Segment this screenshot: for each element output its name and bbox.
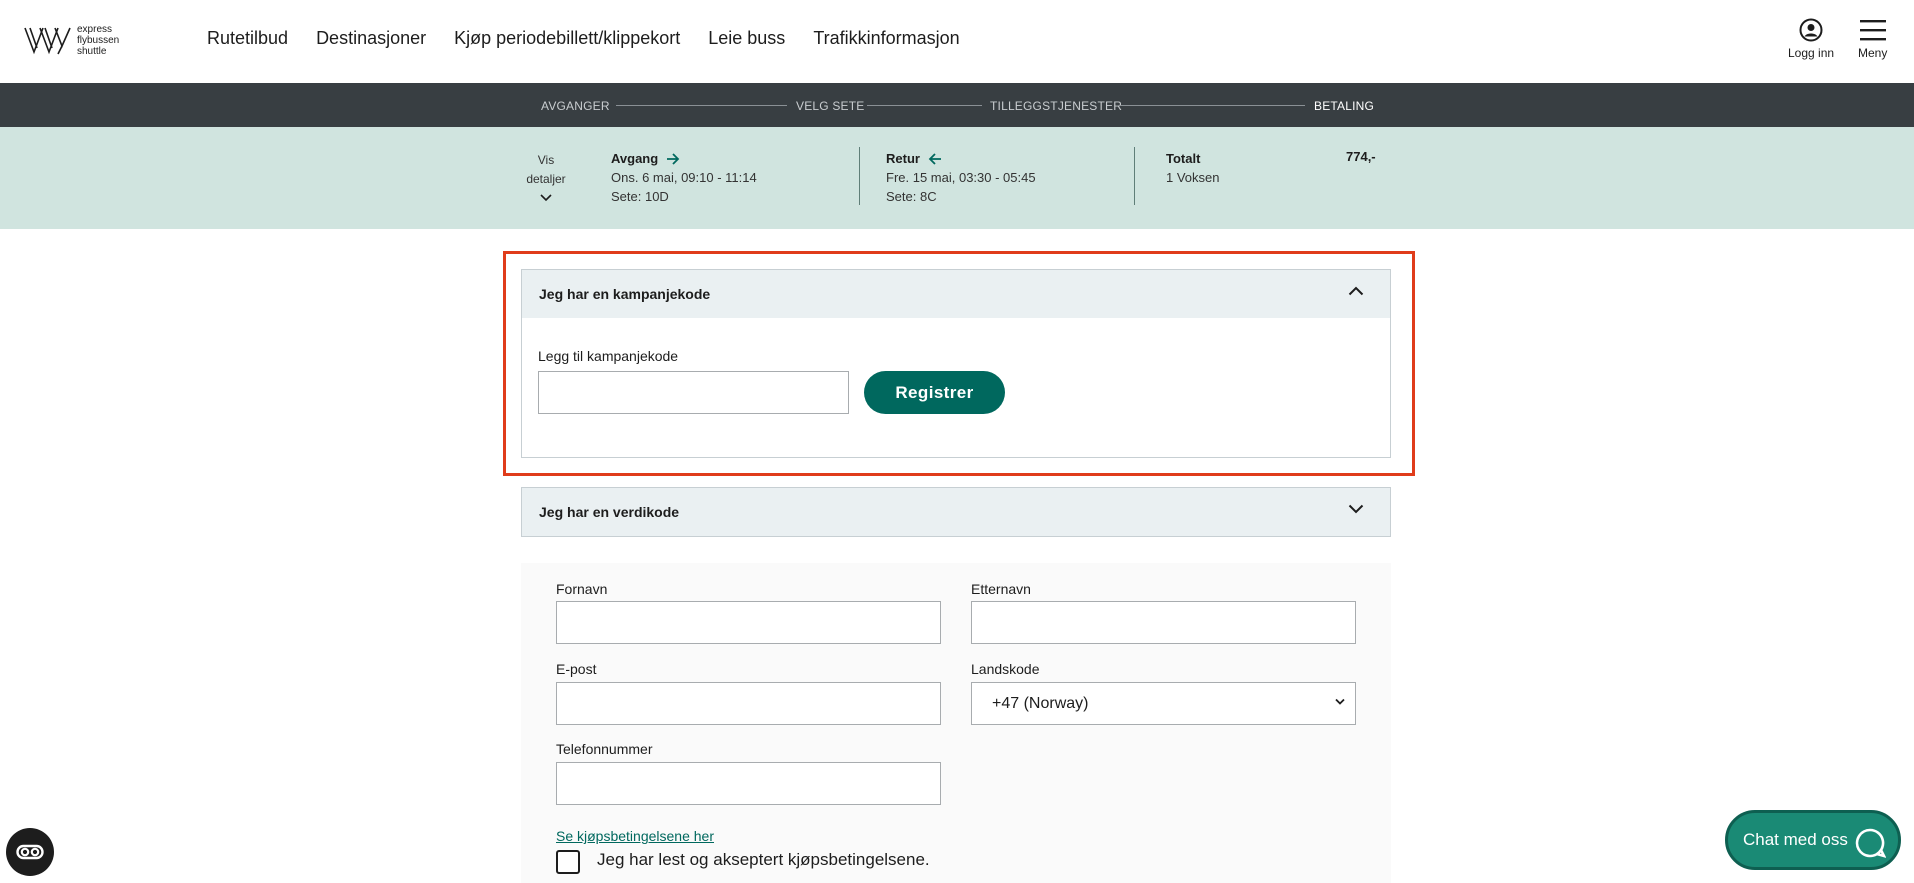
return-seat: Sete: 8C — [886, 189, 937, 204]
menu-button[interactable]: Meny — [1858, 18, 1887, 60]
user-icon — [1799, 18, 1823, 42]
vy-logo-mark — [24, 27, 71, 55]
trip-summary: Vis detaljer Avgang Ons. 6 mai, 09:10 - … — [0, 127, 1914, 229]
chat-button[interactable]: Chat med oss — [1725, 810, 1901, 870]
nav-item-trafikkinformasjon[interactable]: Trafikkinformasjon — [813, 28, 959, 49]
summary-divider — [1134, 147, 1135, 205]
country-code-label: Landskode — [971, 661, 1040, 677]
arrow-left-icon — [928, 152, 941, 165]
nav-item-destinasjoner[interactable]: Destinasjoner — [316, 28, 426, 49]
toggle-label: Vis — [537, 153, 555, 167]
country-code-select[interactable]: +47 (Norway) — [971, 682, 1356, 725]
chat-label: Chat med oss — [1743, 830, 1848, 849]
step-velg-sete[interactable]: VELG SETE — [796, 99, 865, 113]
total-summary: Totalt 1 Voksen — [1166, 149, 1220, 187]
campaign-code-input[interactable] — [538, 371, 849, 414]
glasses-icon — [16, 844, 44, 860]
toggle-label: detaljer — [526, 172, 566, 186]
outbound-title: Avgang — [611, 151, 659, 166]
first-name-field[interactable] — [556, 601, 941, 644]
nav-item-leie-buss[interactable]: Leie buss — [708, 28, 785, 49]
accessibility-button[interactable] — [6, 828, 54, 876]
total-price: 774,- — [1346, 149, 1376, 164]
last-name-label: Etternavn — [971, 581, 1031, 597]
arrow-right-icon — [667, 152, 680, 165]
vy-logo[interactable]: express flybussen shuttle — [24, 24, 134, 57]
last-name-field[interactable] — [971, 601, 1356, 644]
email-label: E-post — [556, 661, 597, 677]
chevron-up-icon — [1348, 286, 1364, 296]
menu-label: Meny — [1858, 46, 1888, 60]
hamburger-icon — [1859, 20, 1886, 41]
step-connector — [867, 105, 982, 106]
phone-label: Telefonnummer — [556, 741, 653, 757]
chat-bubble-icon — [1855, 828, 1886, 858]
total-passengers: 1 Voksen — [1166, 170, 1220, 185]
login-button[interactable]: Logg inn — [1788, 18, 1834, 60]
progress-steps: AVGANGER VELG SETE TILLEGGSTJENESTER BET… — [0, 83, 1914, 127]
nav-item-rutetilbud[interactable]: Rutetilbud — [207, 28, 288, 49]
outbound-summary: Avgang Ons. 6 mai, 09:10 - 11:14 Sete: 1… — [611, 149, 757, 206]
total-title: Totalt — [1166, 151, 1201, 166]
outbound-time: Ons. 6 mai, 09:10 - 11:14 — [611, 170, 757, 185]
chevron-down-icon — [1335, 698, 1345, 705]
terms-checkbox-label[interactable]: Jeg har lest og akseptert kjøpsbetingels… — [597, 850, 930, 870]
logo-text: express flybussen shuttle — [77, 24, 119, 57]
register-button[interactable]: Registrer — [864, 371, 1005, 414]
campaign-code-accordion-header[interactable]: Jeg har en kampanjekode — [521, 269, 1391, 319]
return-title: Retur — [886, 151, 920, 166]
country-code-value: +47 (Norway) — [992, 694, 1089, 712]
phone-field[interactable] — [556, 762, 941, 805]
chevron-down-icon — [540, 194, 552, 202]
email-field[interactable] — [556, 682, 941, 725]
site-header: express flybussen shuttle Rutetilbud Des… — [0, 0, 1914, 83]
main-nav: Rutetilbud Destinasjoner Kjøp periodebil… — [207, 28, 960, 49]
logo-line: flybussen — [77, 34, 120, 46]
step-connector — [1119, 105, 1305, 106]
campaign-code-label: Legg til kampanjekode — [538, 348, 679, 364]
outbound-seat: Sete: 10D — [611, 189, 669, 204]
nav-item-periodebillett[interactable]: Kjøp periodebillett/klippekort — [454, 28, 680, 49]
terms-link[interactable]: Se kjøpsbetingelsene her — [556, 828, 714, 844]
chevron-down-icon — [1348, 504, 1364, 514]
login-label: Logg inn — [1788, 46, 1835, 60]
terms-checkbox[interactable] — [556, 850, 580, 874]
step-avganger[interactable]: AVGANGER — [541, 99, 610, 113]
return-summary: Retur Fre. 15 mai, 03:30 - 05:45 Sete: 8… — [886, 149, 1036, 206]
logo-line: express — [77, 23, 113, 35]
step-tilleggstjenester[interactable]: TILLEGGSTJENESTER — [990, 99, 1122, 113]
first-name-label: Fornavn — [556, 581, 608, 597]
campaign-code-title: Jeg har en kampanjekode — [539, 286, 711, 302]
logo-line: shuttle — [77, 45, 107, 57]
show-details-toggle[interactable]: Vis detaljer — [520, 151, 572, 208]
step-connector — [616, 105, 787, 106]
return-time: Fre. 15 mai, 03:30 - 05:45 — [886, 170, 1036, 185]
voucher-code-accordion-header[interactable]: Jeg har en verdikode — [521, 487, 1391, 537]
voucher-code-title: Jeg har en verdikode — [539, 504, 680, 520]
step-betaling: BETALING — [1314, 99, 1375, 113]
summary-divider — [859, 147, 860, 205]
